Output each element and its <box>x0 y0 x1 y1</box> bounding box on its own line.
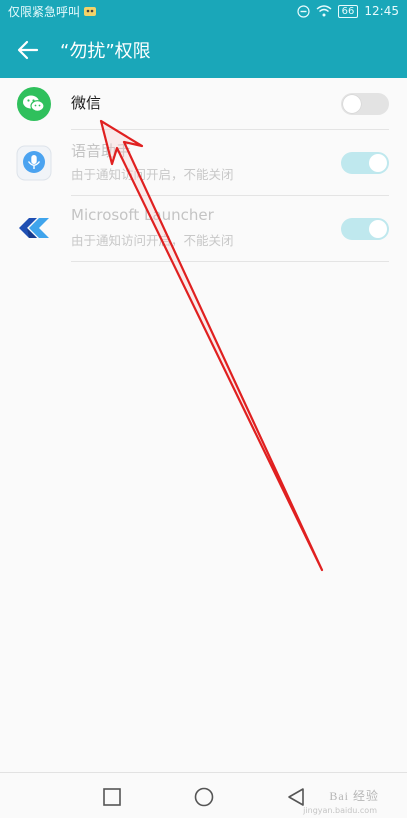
toggle-knob <box>369 154 387 172</box>
list-item-wechat[interactable]: 微信 <box>0 78 407 130</box>
microsoft-launcher-icon <box>19 218 49 238</box>
status-bar: 仅限紧急呼叫 66 12:45 <box>0 0 407 22</box>
circle-icon[interactable] <box>192 785 216 809</box>
arrow-left-icon <box>17 40 39 60</box>
app-subtitle: 由于通知访问开启，不能关闭 <box>71 167 234 182</box>
list-item-microsoft-launcher[interactable]: Microsoft Launcher 由于通知访问开启，不能关闭 <box>0 196 407 262</box>
back-button[interactable] <box>0 22 56 78</box>
status-right: 66 12:45 <box>297 4 399 18</box>
battery-icon: 66 <box>337 4 359 18</box>
carrier-text: 仅限紧急呼叫 <box>8 4 81 19</box>
dnd-icon <box>297 4 310 18</box>
wechat-icon <box>17 87 51 121</box>
square-icon[interactable] <box>100 785 124 809</box>
clock: 12:45 <box>364 4 399 18</box>
dnd-toggle-voice-assistant <box>341 152 389 174</box>
microphone-icon <box>16 145 52 181</box>
navigation-bar: Bai 经验 jingyan.baidu.com <box>0 772 407 818</box>
dnd-toggle-microsoft-launcher <box>341 218 389 240</box>
toggle-knob <box>369 220 387 238</box>
toggle-knob <box>343 95 361 113</box>
app-name: 语音助手 <box>71 142 132 160</box>
app-permission-list: 微信 语音助手 由于通知访问开启，不能关闭 Microsoft Launcher… <box>0 78 407 262</box>
watermark: Bai 经验 <box>329 789 379 803</box>
app-subtitle: 由于通知访问开启，不能关闭 <box>71 233 234 248</box>
status-left: 仅限紧急呼叫 <box>8 3 97 20</box>
dnd-toggle-wechat[interactable] <box>341 93 389 115</box>
app-bar: “勿扰”权限 <box>0 22 407 78</box>
notification-icon <box>84 7 97 16</box>
watermark-url: jingyan.baidu.com <box>303 806 377 815</box>
page-title: “勿扰”权限 <box>60 41 151 62</box>
app-name: Microsoft Launcher <box>71 206 214 224</box>
wifi-icon <box>316 5 332 17</box>
divider <box>71 261 389 262</box>
app-name: 微信 <box>71 94 102 112</box>
list-item-voice-assistant[interactable]: 语音助手 由于通知访问开启，不能关闭 <box>0 130 407 196</box>
